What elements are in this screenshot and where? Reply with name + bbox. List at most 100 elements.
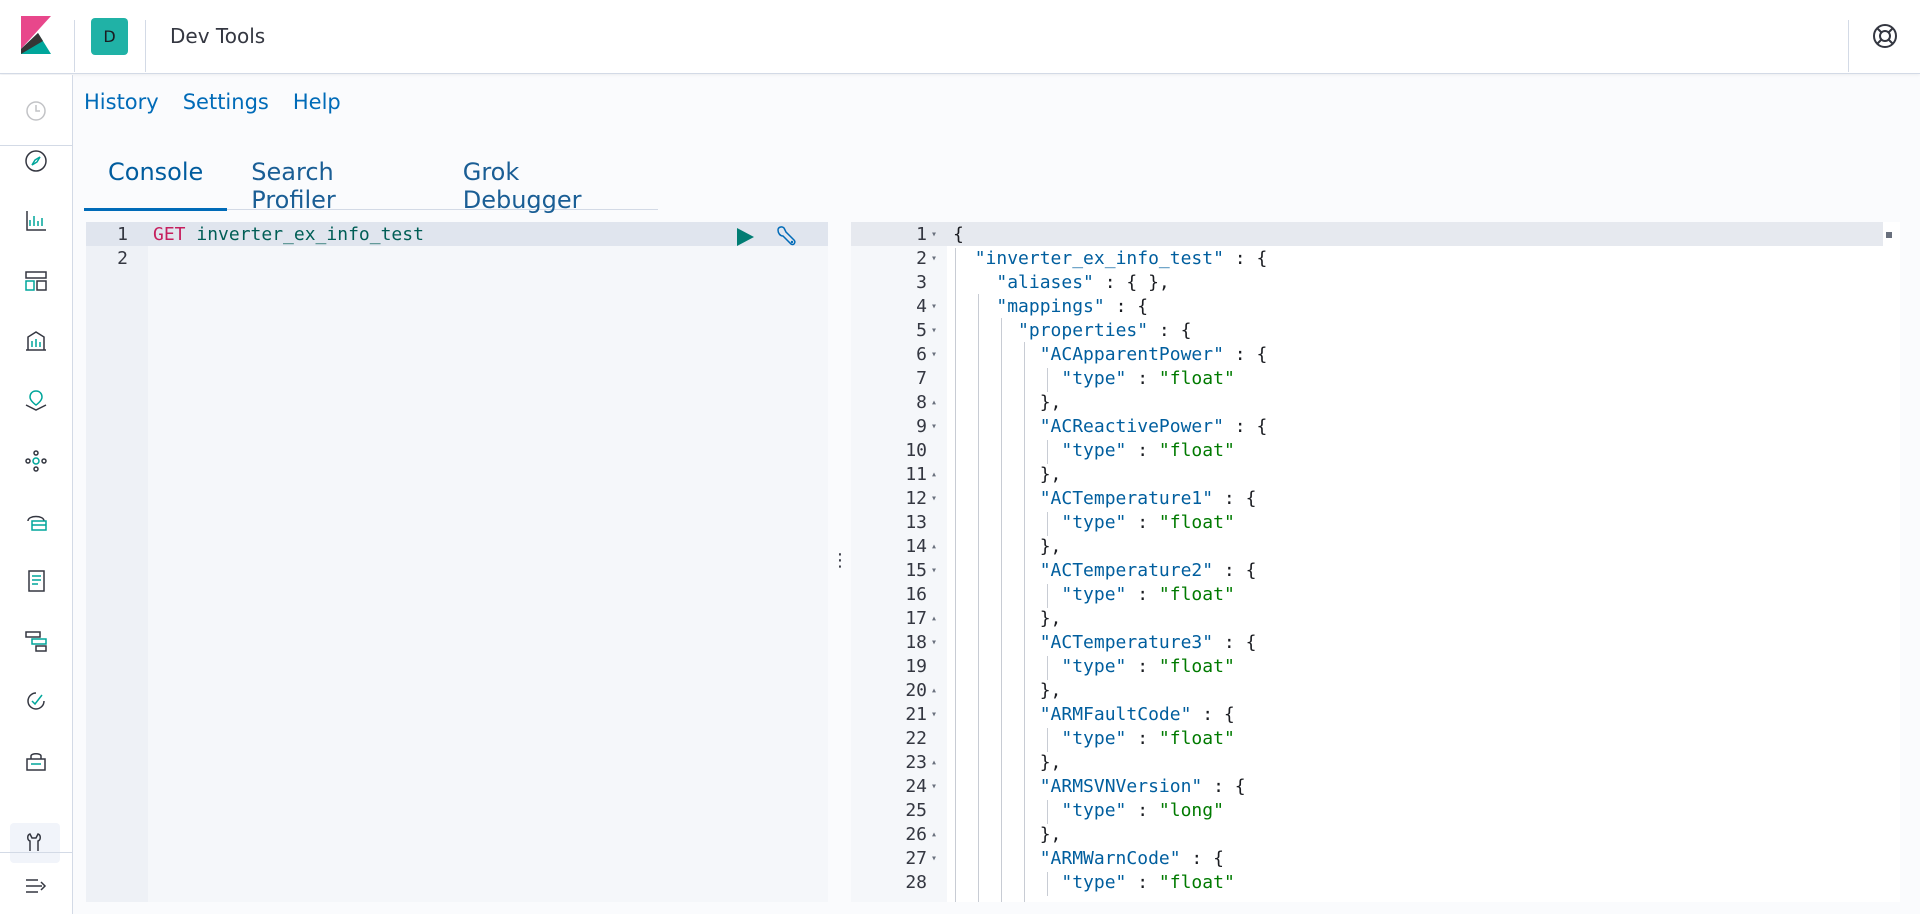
request-path: inverter_ex_info_test (185, 224, 424, 245)
canvas-icon[interactable] (20, 325, 52, 357)
fold-expand-icon[interactable]: ▴ (931, 829, 937, 840)
fold-collapse-icon[interactable]: ▾ (931, 781, 937, 792)
response-line: }, (953, 464, 1062, 485)
scrollbar-marker[interactable] (1886, 232, 1892, 238)
line-number: 25 (905, 800, 927, 821)
line-number: 11 (905, 464, 927, 485)
request-editor[interactable]: 1 2 GET inverter_ex_info_test (86, 222, 828, 902)
response-output[interactable]: 1 ▾ {2 ▾ "inverter_ex_info_test" : {3 "alia… (851, 222, 1900, 902)
panel-resizer-handle[interactable]: ⋮ (831, 550, 849, 574)
fold-collapse-icon[interactable]: ▾ (931, 637, 937, 648)
line-number: 23 (905, 752, 927, 773)
line-number: 4 (916, 296, 927, 317)
line-number: 12 (905, 488, 927, 509)
logs-icon[interactable] (20, 565, 52, 597)
space-avatar[interactable]: D (91, 18, 128, 55)
response-line: "ACTemperature1" : { (1039, 488, 1257, 509)
dev-tools-wrench-icon[interactable] (20, 827, 52, 859)
maps-icon[interactable] (20, 385, 52, 417)
sidebar-divider (0, 852, 72, 853)
fold-collapse-icon[interactable]: ▾ (931, 301, 937, 312)
side-nav (0, 75, 73, 914)
request-gutter (86, 222, 148, 902)
fold-expand-icon[interactable]: ▴ (931, 757, 937, 768)
line-number: 14 (905, 536, 927, 557)
line-number: 18 (905, 632, 927, 653)
fold-collapse-icon[interactable]: ▾ (931, 853, 937, 864)
uptime-icon[interactable] (20, 685, 52, 717)
response-line: "type" : "long" (1061, 800, 1224, 821)
apm-icon[interactable] (20, 625, 52, 657)
infrastructure-icon[interactable] (20, 505, 52, 537)
line-number: 2 (117, 248, 128, 269)
response-line: "type" : "float" (1061, 872, 1235, 893)
help-link[interactable]: Help (293, 90, 341, 114)
dashboard-icon[interactable] (20, 265, 52, 297)
line-number: 13 (905, 512, 927, 533)
line-number: 16 (905, 584, 927, 605)
fold-collapse-icon[interactable]: ▾ (931, 253, 937, 264)
line-number: 8 (916, 392, 927, 413)
response-line: "properties" : { (1018, 320, 1192, 341)
response-line: "type" : "float" (1061, 440, 1235, 461)
line-number: 22 (905, 728, 927, 749)
fold-expand-icon[interactable]: ▴ (931, 541, 937, 552)
line-number: 7 (916, 368, 927, 389)
machine-learning-icon[interactable] (20, 445, 52, 477)
fold-collapse-icon[interactable]: ▾ (931, 421, 937, 432)
response-line: { (953, 224, 964, 245)
tab-search-profiler[interactable]: Search Profiler (227, 148, 438, 214)
line-number: 5 (916, 320, 927, 341)
line-number: 15 (905, 560, 927, 581)
settings-link[interactable]: Settings (183, 90, 269, 114)
fold-collapse-icon[interactable]: ▾ (931, 565, 937, 576)
response-line: "ARMSVNVersion" : { (1039, 776, 1246, 797)
response-line: "mappings" : { (996, 296, 1149, 317)
response-line: }, (953, 392, 1062, 413)
response-line: }, (953, 752, 1062, 773)
discover-compass-icon[interactable] (20, 145, 52, 177)
fold-expand-icon[interactable]: ▴ (931, 469, 937, 480)
devtools-tabs: Console Search Profiler Grok Debugger (84, 148, 658, 214)
response-line: "ARMWarnCode" : { (1039, 848, 1224, 869)
fold-expand-icon[interactable]: ▴ (931, 613, 937, 624)
line-number: 19 (905, 656, 927, 677)
fold-collapse-icon[interactable]: ▾ (931, 229, 937, 240)
line-number: 1 (117, 224, 128, 245)
response-line: "ACApparentPower" : { (1039, 344, 1268, 365)
recently-viewed-clock-icon[interactable] (20, 95, 52, 127)
header-divider (145, 20, 146, 72)
request-line[interactable]: GET inverter_ex_info_test (153, 224, 424, 245)
line-number: 21 (905, 704, 927, 725)
line-number: 28 (905, 872, 927, 893)
collapse-menu-icon[interactable] (20, 870, 52, 902)
line-number: 27 (905, 848, 927, 869)
response-line: }, (953, 824, 1062, 845)
help-lifebuoy-icon[interactable] (1871, 22, 1899, 50)
history-link[interactable]: History (84, 90, 159, 114)
request-options-wrench-icon[interactable] (774, 224, 800, 250)
response-line: }, (953, 608, 1062, 629)
line-number: 20 (905, 680, 927, 701)
fold-expand-icon[interactable]: ▴ (931, 685, 937, 696)
line-number: 2 (916, 248, 927, 269)
fold-collapse-icon[interactable]: ▾ (931, 325, 937, 336)
kibana-logo-icon[interactable] (18, 16, 56, 54)
send-request-play-icon[interactable] (734, 226, 756, 248)
response-line: "type" : "float" (1061, 512, 1235, 533)
response-line: }, (953, 680, 1062, 701)
fold-collapse-icon[interactable]: ▾ (931, 349, 937, 360)
response-line: "type" : "float" (1061, 728, 1235, 749)
tab-grok-debugger[interactable]: Grok Debugger (439, 148, 658, 214)
fold-collapse-icon[interactable]: ▾ (931, 493, 937, 504)
visualize-chart-icon[interactable] (20, 205, 52, 237)
fold-collapse-icon[interactable]: ▾ (931, 709, 937, 720)
response-line: "type" : "float" (1061, 656, 1235, 677)
line-number: 26 (905, 824, 927, 845)
fold-expand-icon[interactable]: ▴ (931, 397, 937, 408)
page-title: Dev Tools (170, 24, 266, 48)
line-number: 6 (916, 344, 927, 365)
siem-lock-icon[interactable] (20, 745, 52, 777)
line-number: 10 (905, 440, 927, 461)
tab-console[interactable]: Console (84, 148, 228, 211)
